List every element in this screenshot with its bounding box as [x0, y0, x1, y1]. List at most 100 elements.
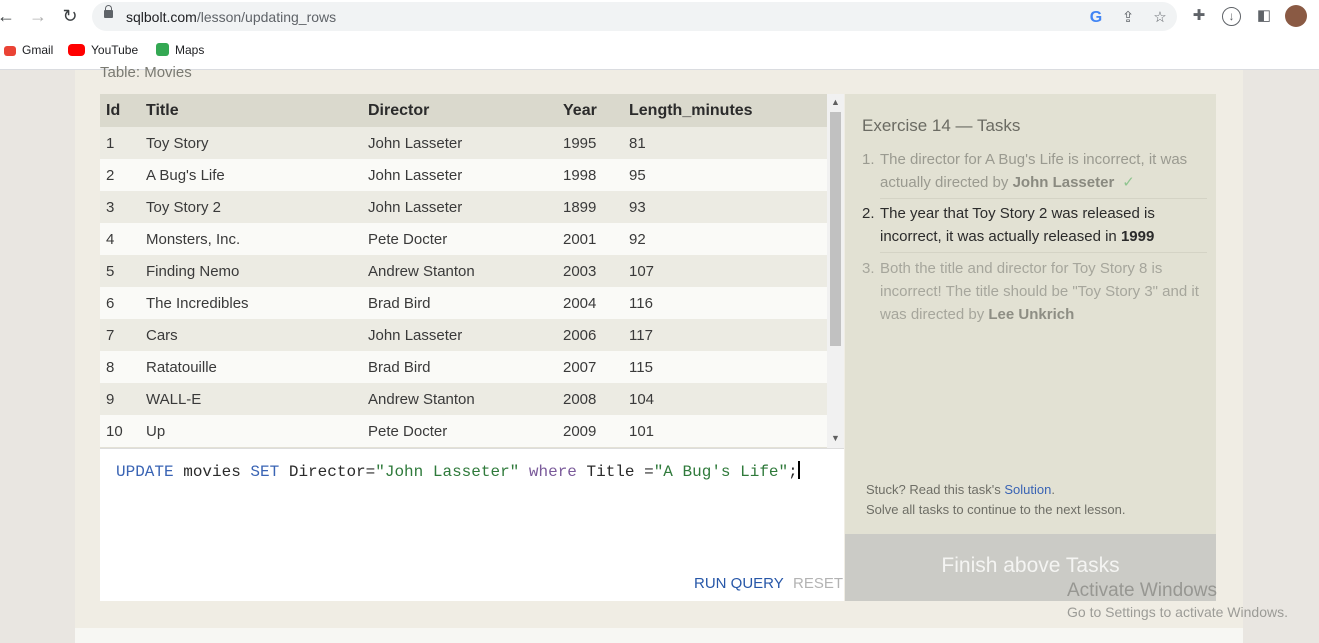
table-scrollbar[interactable]: ▲ ▼ [827, 94, 844, 448]
table-title: Table: Movies [100, 64, 192, 81]
cell-id: 6 [106, 295, 115, 312]
table-row: 7 Cars John Lasseter 2006 117 [100, 319, 827, 352]
windows-activation-title: Activate Windows [1067, 580, 1217, 601]
task-divider [880, 198, 1207, 199]
table-row: 4 Monsters, Inc. Pete Docter 2001 92 [100, 223, 827, 256]
cell-length: 107 [629, 263, 655, 280]
side-panel-icon[interactable]: ◧ [1254, 6, 1274, 26]
run-query-button[interactable]: RUN QUERY [694, 575, 784, 592]
cell-length: 81 [629, 135, 646, 152]
cell-id: 5 [106, 263, 115, 280]
task-number: 1. [862, 151, 875, 168]
sql-query-text[interactable]: UPDATE movies SET Director="John Lassete… [116, 461, 800, 481]
cell-year: 2009 [563, 423, 597, 440]
cell-title: Ratatouille [146, 359, 217, 376]
bookmark-gmail[interactable]: Gmail [4, 43, 53, 57]
lock-icon [104, 5, 113, 18]
table-row: 1 Toy Story John Lasseter 1995 81 [100, 127, 827, 160]
column-header-director: Director [368, 102, 430, 119]
forward-arrow-icon[interactable]: → [28, 6, 48, 26]
tasks-title: Exercise 14 — Tasks [862, 116, 1021, 135]
cell-director: Pete Docter [368, 231, 448, 248]
cell-director: Brad Bird [368, 359, 431, 376]
back-arrow-icon[interactable]: ← [0, 6, 16, 26]
cell-length: 95 [629, 167, 646, 184]
cell-length: 92 [629, 231, 646, 248]
reset-button[interactable]: RESET [793, 575, 843, 592]
table-row: 10 Up Pete Docter 2009 101 [100, 415, 827, 448]
stuck-help: Stuck? Read this task's Solution. Solve … [866, 482, 1126, 517]
youtube-icon [68, 44, 85, 56]
cell-length: 115 [629, 359, 653, 376]
results-table[interactable]: Id Title Director Year Length_minutes 1 … [100, 94, 844, 448]
page-margin-left [0, 70, 75, 643]
download-icon[interactable]: ↓ [1222, 7, 1241, 26]
table-header: Id Title Director Year Length_minutes [100, 94, 827, 127]
text-cursor [797, 461, 800, 479]
cell-director: Andrew Stanton [368, 391, 475, 408]
cell-year: 2006 [563, 327, 597, 344]
table-row: 6 The Incredibles Brad Bird 2004 116 [100, 287, 827, 320]
bookmark-maps[interactable]: Maps [156, 43, 204, 57]
scroll-thumb[interactable] [830, 112, 841, 346]
cell-year: 2001 [563, 231, 597, 248]
solve-all-text: Solve all tasks to continue to the next … [866, 502, 1126, 517]
address-bar[interactable]: sqlbolt.com/lesson/updating_rows G ⇪ ☆ [92, 2, 1177, 31]
cell-director: John Lasseter [368, 327, 463, 344]
cell-year: 2007 [563, 359, 597, 376]
share-icon[interactable]: ⇪ [1118, 8, 1138, 28]
cell-title: Toy Story 2 [146, 199, 222, 216]
cell-id: 8 [106, 359, 115, 376]
scroll-down-icon[interactable]: ▼ [831, 433, 840, 443]
table-row: 2 A Bug's Life John Lasseter 1998 95 [100, 159, 827, 192]
table-row: 9 WALL-E Andrew Stanton 2008 104 [100, 383, 827, 416]
bookmark-youtube[interactable]: YouTube [68, 43, 138, 57]
cell-id: 1 [106, 135, 115, 152]
cell-title: WALL-E [146, 391, 202, 408]
table-row: 3 Toy Story 2 John Lasseter 1899 93 [100, 191, 827, 224]
scroll-up-icon[interactable]: ▲ [831, 97, 840, 107]
task-divider [880, 252, 1207, 253]
sql-editor[interactable]: UPDATE movies SET Director="John Lassete… [100, 448, 844, 601]
extensions-icon[interactable]: ✚ [1189, 6, 1209, 26]
task-number: 3. [862, 260, 875, 277]
page-footer-strip [75, 628, 1243, 643]
cell-year: 2008 [563, 391, 597, 408]
cell-id: 2 [106, 167, 115, 184]
reload-icon[interactable]: ↻ [60, 6, 80, 26]
cell-year: 1998 [563, 167, 597, 184]
table-row: 5 Finding Nemo Andrew Stanton 2003 107 [100, 255, 827, 288]
avatar[interactable] [1285, 5, 1307, 27]
table-row: 8 Ratatouille Brad Bird 2007 115 [100, 351, 827, 384]
maps-icon [156, 43, 169, 56]
cell-length: 116 [629, 295, 653, 312]
cell-title: Cars [146, 327, 178, 344]
column-header-year: Year [563, 102, 597, 119]
google-icon[interactable]: G [1086, 8, 1106, 28]
star-icon[interactable]: ☆ [1150, 8, 1170, 28]
windows-activation-subtitle: Go to Settings to activate Windows. [1067, 604, 1288, 620]
task-highlight: 1999 [1120, 228, 1155, 245]
cell-length: 104 [629, 391, 655, 408]
cell-length: 101 [629, 423, 655, 440]
cell-id: 9 [106, 391, 115, 408]
cell-director: John Lasseter [368, 135, 463, 152]
cell-title: Monsters, Inc. [146, 231, 241, 248]
column-header-title: Title [146, 102, 179, 119]
cell-director: Brad Bird [368, 295, 431, 312]
tasks-panel: Exercise 14 — Tasks 1. The director for … [845, 94, 1216, 534]
task-text: The year that Toy Story 2 was released i… [880, 205, 1155, 245]
task-highlight: John Lasseter [1012, 174, 1115, 191]
cell-length: 117 [629, 327, 653, 344]
cell-director: John Lasseter [368, 199, 463, 216]
cell-title: Toy Story [146, 135, 209, 152]
solution-link[interactable]: Solution [1004, 482, 1051, 497]
url-text[interactable]: sqlbolt.com/lesson/updating_rows [126, 9, 336, 25]
task-highlight: Lee Unkrich [988, 306, 1075, 323]
cell-director: Andrew Stanton [368, 263, 475, 280]
cell-id: 10 [106, 423, 123, 440]
checkmark-icon: ✓ [1122, 174, 1135, 191]
cell-id: 3 [106, 199, 115, 216]
cell-year: 1995 [563, 135, 597, 152]
cell-length: 93 [629, 199, 646, 216]
